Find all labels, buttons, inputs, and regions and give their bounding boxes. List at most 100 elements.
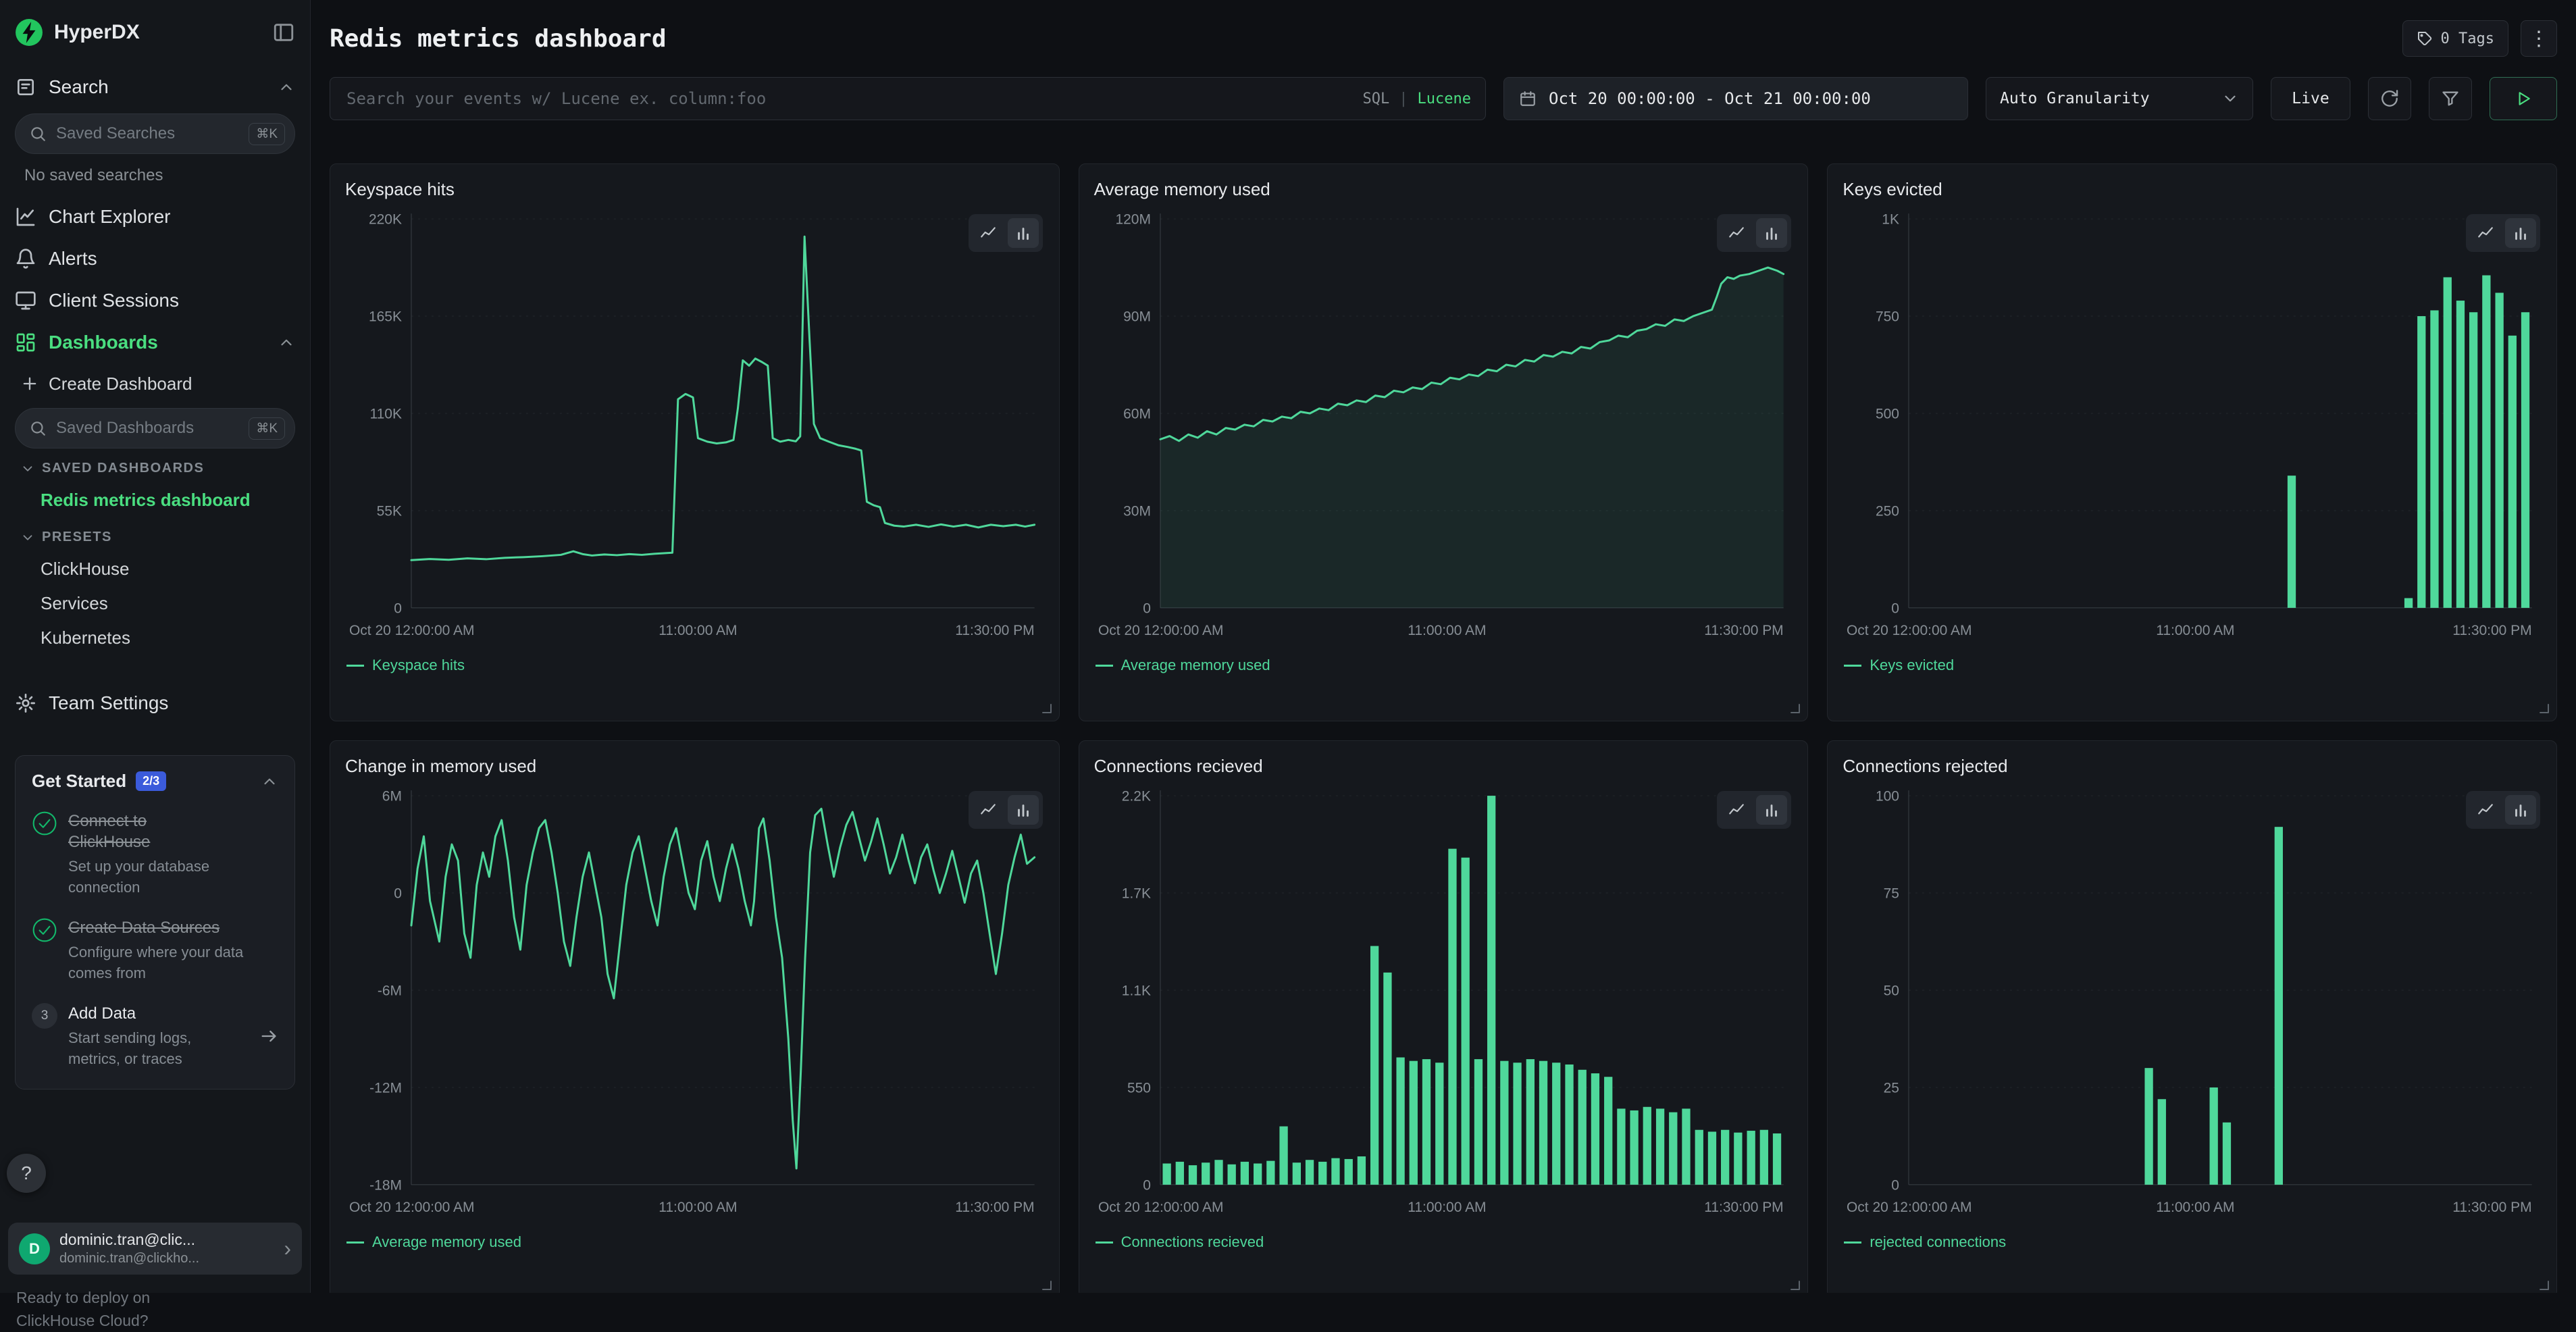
svg-text:11:00:00 AM: 11:00:00 AM (659, 1200, 737, 1215)
svg-text:Oct 20 12:00:00 AM: Oct 20 12:00:00 AM (1098, 623, 1223, 638)
legend-swatch (346, 665, 364, 667)
kebab-menu-button[interactable]: ⋮ (2521, 20, 2557, 57)
legend-swatch (1096, 665, 1113, 667)
svg-text:11:30:00 PM: 11:30:00 PM (1704, 1200, 1783, 1215)
resize-handle-icon[interactable] (1040, 1279, 1054, 1292)
bar-chart-icon-button[interactable] (1008, 218, 1039, 248)
svg-text:Oct 20 12:00:00 AM: Oct 20 12:00:00 AM (349, 1200, 474, 1215)
svg-text:11:00:00 AM: 11:00:00 AM (659, 623, 737, 638)
page-title: Redis metrics dashboard (330, 25, 667, 53)
step-number-badge: 3 (32, 1003, 57, 1029)
chart-type-toggle (1717, 214, 1791, 252)
bar-chart-icon-button[interactable] (1008, 795, 1039, 825)
svg-text:0: 0 (1892, 600, 1900, 616)
check-circle-icon (32, 811, 57, 836)
sql-toggle[interactable]: SQL (1363, 91, 1390, 107)
chart-type-toggle (1717, 791, 1791, 829)
line-chart-icon-button[interactable] (2470, 218, 2501, 248)
lucene-toggle[interactable]: Lucene (1418, 91, 1471, 107)
chart-plot[interactable]: 2.2K1.7K1.1K5500Oct 20 12:00:00 AM11:00:… (1093, 778, 1795, 1228)
refresh-button[interactable] (2368, 77, 2411, 120)
sidebar-item-redis-dashboard[interactable]: Redis metrics dashboard (15, 483, 295, 517)
line-chart-icon-button[interactable] (1721, 218, 1752, 248)
filter-button[interactable] (2429, 77, 2472, 120)
bar-chart-icon-button[interactable] (2505, 795, 2536, 825)
saved-searches-search[interactable]: ⌘K (15, 113, 295, 154)
svg-text:0: 0 (1892, 1177, 1900, 1193)
chart-plot[interactable]: 220K165K110K55K0Oct 20 12:00:00 AM11:00:… (344, 201, 1046, 651)
task-create-data-sources[interactable]: Create Data Sources Configure where your… (32, 917, 278, 984)
sidebar-item-chart-explorer[interactable]: Chart Explorer (15, 196, 295, 238)
saved-dashboards-search[interactable]: ⌘K (15, 408, 295, 449)
query-language-toggle: SQL | Lucene (1363, 91, 1471, 107)
sidebar-bottom: D dominic.tran@clic... dominic.tran@clic… (8, 1223, 302, 1332)
svg-text:11:30:00 PM: 11:30:00 PM (955, 623, 1034, 638)
chevron-down-icon (20, 461, 35, 476)
resize-handle-icon[interactable] (2538, 1279, 2551, 1292)
sidebar-item-preset-services[interactable]: Services (15, 586, 295, 621)
search-input[interactable] (330, 77, 1486, 120)
time-range-picker[interactable]: Oct 20 00:00:00 - Oct 21 00:00:00 (1503, 77, 1968, 120)
gear-icon (15, 692, 36, 714)
run-query-button[interactable] (2490, 77, 2557, 120)
svg-text:75: 75 (1884, 886, 1899, 901)
bar-chart-icon-button[interactable] (2505, 218, 2536, 248)
tag-icon (2417, 30, 2433, 47)
chart-plot[interactable]: 1007550250Oct 20 12:00:00 AM11:00:00 AM1… (1841, 778, 2543, 1228)
task-connect-clickhouse[interactable]: Connect to ClickHouse Set up your databa… (32, 811, 278, 898)
svg-text:0: 0 (394, 886, 402, 901)
sidebar-section-search[interactable]: Search (15, 65, 295, 109)
chart-panel-change-in-memory: Change in memory used 6M0-6M-12M-18MOct … (330, 740, 1060, 1293)
resize-handle-icon[interactable] (2538, 702, 2551, 715)
bar-chart-icon-button[interactable] (1756, 218, 1787, 248)
avatar: D (19, 1233, 50, 1264)
chart-plot[interactable]: 6M0-6M-12M-18MOct 20 12:00:00 AM11:00:00… (344, 778, 1046, 1228)
svg-text:Oct 20 12:00:00 AM: Oct 20 12:00:00 AM (1847, 623, 1972, 638)
chart-title: Keys evicted (1843, 179, 2543, 200)
resize-handle-icon[interactable] (1040, 702, 1054, 715)
chart-plot[interactable]: 120M90M60M30M0Oct 20 12:00:00 AM11:00:00… (1093, 201, 1795, 651)
shortcut-badge: ⌘K (249, 417, 285, 440)
chart-plot[interactable]: 1K7505002500Oct 20 12:00:00 AM11:00:00 A… (1841, 201, 2543, 651)
chart-legend: Average memory used (1093, 657, 1795, 674)
sidebar-item-preset-kubernetes[interactable]: Kubernetes (15, 621, 295, 655)
chart-title: Connections rejected (1843, 756, 2543, 777)
svg-text:25: 25 (1884, 1080, 1899, 1096)
live-button[interactable]: Live (2271, 77, 2350, 120)
bar-chart-icon-button[interactable] (1756, 795, 1787, 825)
chart-legend: Keys evicted (1841, 657, 2543, 674)
user-name: dominic.tran@clic... (59, 1231, 199, 1249)
chevron-down-icon (20, 530, 35, 545)
sidebar-item-alerts[interactable]: Alerts (15, 238, 295, 280)
help-button[interactable]: ? (7, 1154, 46, 1193)
tags-button[interactable]: 0 Tags (2402, 20, 2508, 57)
search-section-label: Search (49, 76, 109, 98)
saved-searches-input[interactable] (56, 124, 239, 143)
svg-text:750: 750 (1876, 309, 1899, 324)
sidebar-item-dashboards[interactable]: Dashboards (15, 322, 295, 363)
chart-panel-keys-evicted: Keys evicted 1K7505002500Oct 20 12:00:00… (1827, 163, 2557, 721)
line-chart-icon-button[interactable] (1721, 795, 1752, 825)
granularity-select[interactable]: Auto Granularity (1986, 77, 2253, 120)
get-started-header[interactable]: Get Started 2/3 (32, 771, 278, 792)
chart-panel-average-memory: Average memory used 120M90M60M30M0Oct 20… (1079, 163, 1809, 721)
sidebar-item-preset-clickhouse[interactable]: ClickHouse (15, 552, 295, 586)
line-chart-icon-button[interactable] (973, 218, 1004, 248)
svg-text:6M: 6M (382, 788, 402, 804)
line-chart-icon-button[interactable] (2470, 795, 2501, 825)
logo-row: HyperDX (15, 0, 295, 65)
sidebar-item-team-settings[interactable]: Team Settings (15, 682, 295, 724)
resize-handle-icon[interactable] (1788, 1279, 1802, 1292)
chart-legend: Keyspace hits (344, 657, 1046, 674)
sidebar-item-client-sessions[interactable]: Client Sessions (15, 280, 295, 322)
user-menu[interactable]: D dominic.tran@clic... dominic.tran@clic… (8, 1223, 302, 1275)
saved-dashboards-header[interactable]: SAVED DASHBOARDS (20, 461, 295, 476)
task-add-data[interactable]: 3 Add Data Start sending logs, metrics, … (32, 1003, 278, 1070)
collapse-sidebar-icon[interactable] (272, 21, 295, 44)
saved-dashboards-input[interactable] (56, 419, 239, 438)
search-icon (29, 125, 47, 143)
resize-handle-icon[interactable] (1788, 702, 1802, 715)
create-dashboard-button[interactable]: Create Dashboard (15, 363, 295, 404)
presets-header[interactable]: PRESETS (20, 530, 295, 545)
line-chart-icon-button[interactable] (973, 795, 1004, 825)
